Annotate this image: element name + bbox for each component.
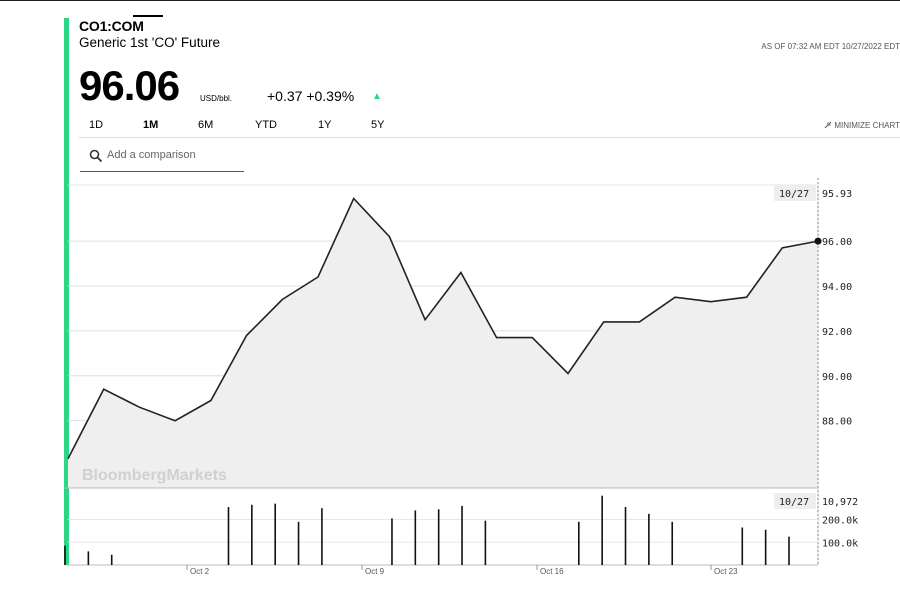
- volume-cursor-value-label: 10,972: [822, 497, 858, 508]
- volume-tick-label: 200.0k: [822, 516, 858, 527]
- cursor-labels: 10/27 95.93: [774, 185, 852, 201]
- y-axis-ticks: 88.00 90.00 92.00 94.00 96.00: [822, 237, 852, 428]
- price-chart: BloombergMarkets 88.00 90.00 92.00 94.00 96.…: [64, 178, 858, 576]
- volume-cursor-date-label: 10/27: [779, 497, 809, 508]
- volume-tick-label: 100.0k: [822, 538, 858, 549]
- y-tick-label: 90.00: [822, 372, 852, 383]
- x-tick-label: Oct 16: [540, 567, 564, 576]
- y-tick-label: 96.00: [822, 237, 852, 248]
- bloomberg-watermark: BloombergMarkets: [82, 467, 227, 484]
- y-tick-label: 94.00: [822, 282, 852, 293]
- x-tick-label: Oct 23: [714, 567, 738, 576]
- cursor-value-label: 95.93: [822, 189, 852, 200]
- y-tick-label: 88.00: [822, 417, 852, 428]
- volume-bars: 100.0k 200.0k 10/27 10,972: [64, 487, 858, 566]
- price-area-fill: [68, 198, 818, 488]
- cursor-date-label: 10/27: [779, 189, 809, 200]
- cursor-dot: [814, 237, 822, 245]
- x-tick-label: Oct 2: [190, 567, 210, 576]
- x-tick-label: Oct 9: [365, 567, 385, 576]
- y-tick-label: 92.00: [822, 327, 852, 338]
- x-axis-ticks: Oct 2 Oct 9 Oct 16 Oct 23: [186, 565, 738, 576]
